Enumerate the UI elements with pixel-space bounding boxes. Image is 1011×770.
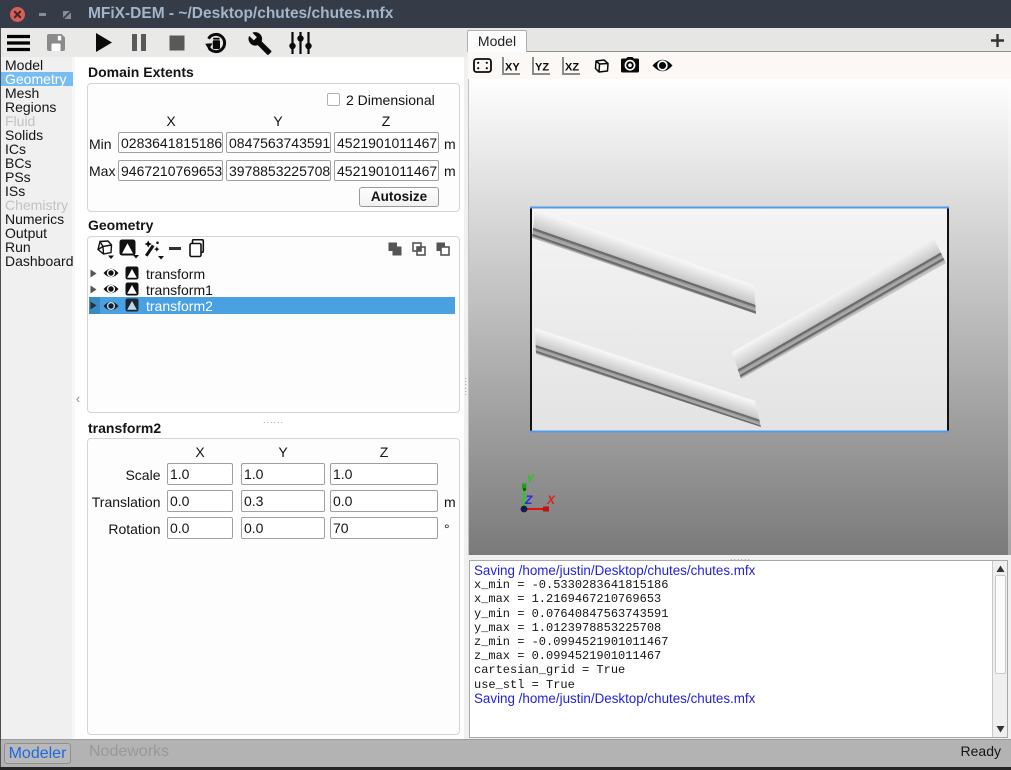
- svg-text:XY: XY: [505, 62, 520, 74]
- svg-text:YZ: YZ: [535, 62, 549, 74]
- svg-text:XZ: XZ: [565, 62, 579, 74]
- svg-text:Y: Y: [526, 472, 535, 486]
- svg-text:X: X: [546, 493, 556, 507]
- svg-text:Z: Z: [524, 493, 533, 507]
